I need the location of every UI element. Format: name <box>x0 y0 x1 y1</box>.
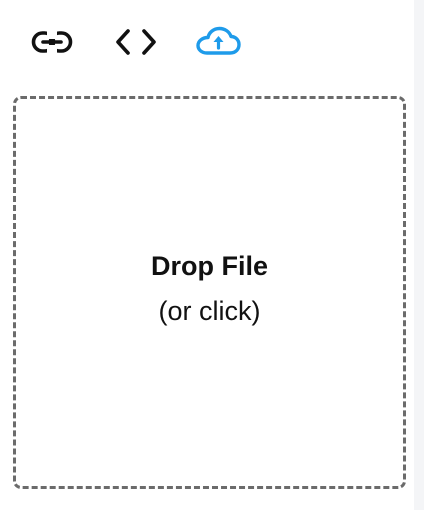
upload-panel: Drop File (or click) <box>0 0 424 510</box>
file-dropzone[interactable]: Drop File (or click) <box>13 96 406 489</box>
upload-tab[interactable] <box>194 22 242 62</box>
scroll-gutter <box>414 0 424 510</box>
code-icon <box>114 27 158 57</box>
link-icon <box>30 29 74 55</box>
link-tab[interactable] <box>28 22 76 62</box>
dropzone-title: Drop File <box>150 251 268 281</box>
dropzone-subtitle: (or click) <box>158 296 261 326</box>
cloud-upload-icon <box>194 26 242 58</box>
embed-tab[interactable] <box>112 22 160 62</box>
